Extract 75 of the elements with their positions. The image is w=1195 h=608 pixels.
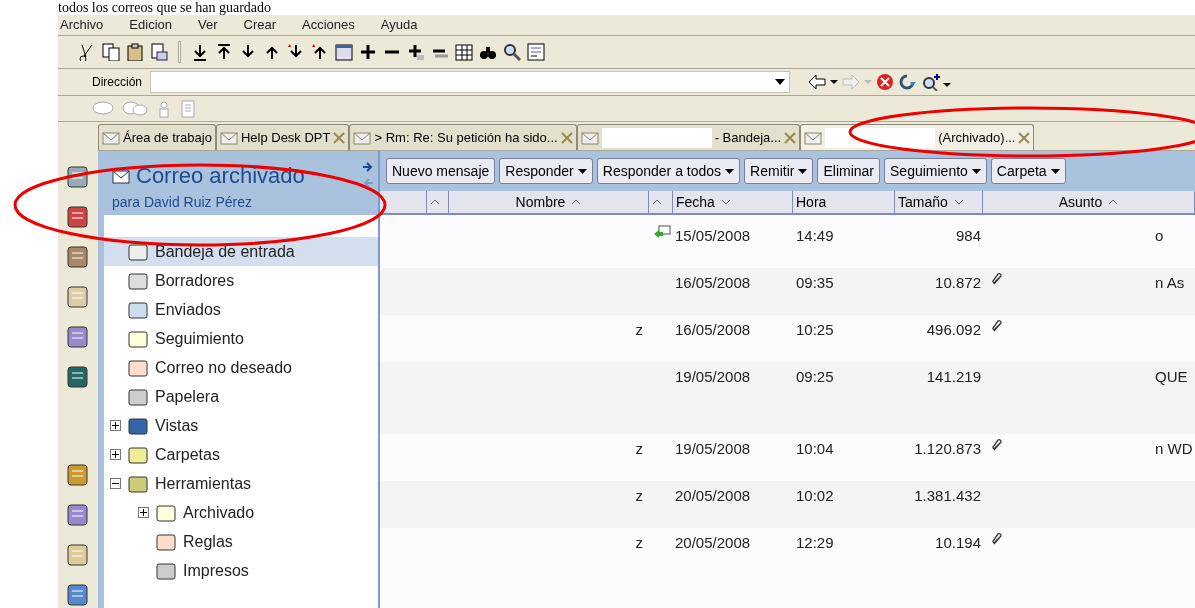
panel-subtitle: para David Ruiz Pérez — [112, 193, 254, 212]
folder-item[interactable]: Papelera — [104, 382, 378, 411]
folder-item[interactable]: Enviados — [104, 295, 378, 324]
toolbar-button[interactable]: Responder — [499, 158, 593, 184]
message-row[interactable]: z 20/05/2008 10:02 1.381.432 — [380, 481, 1195, 528]
subject-cell: QUE — [1155, 368, 1188, 385]
folder-item[interactable]: Reglas — [104, 527, 378, 556]
message-row[interactable]: z 19/05/2008 10:04 1.120.873 n WD — [380, 434, 1195, 481]
toolbar-button[interactable]: Seguimiento — [884, 158, 987, 184]
size-cell: 496.092 — [926, 321, 981, 338]
name-cell: z — [635, 534, 643, 551]
subject-cell: n As — [1155, 274, 1185, 291]
size-cell: 1.120.873 — [914, 440, 981, 457]
menu-item[interactable]: Ver — [198, 15, 218, 35]
message-row[interactable]: 15/05/2008 14:49 984 o — [380, 221, 1195, 268]
folder-item[interactable]: Impresos — [104, 556, 378, 585]
menu-item[interactable]: Ayuda — [380, 15, 418, 35]
date-cell: 20/05/2008 — [675, 534, 751, 551]
name-cell: z — [635, 487, 643, 504]
tab[interactable]: (Archivado)... — [800, 124, 1035, 150]
column-header[interactable]: Nombre — [449, 191, 649, 213]
size-cell: 10.872 — [935, 274, 981, 291]
column-header[interactable]: Tamaño — [895, 191, 983, 213]
date-cell: 19/05/2008 — [675, 368, 751, 385]
size-cell: 10.194 — [935, 534, 981, 551]
panel-title: Correo archivado — [136, 162, 305, 190]
toolbar-button[interactable]: Responder a todos — [596, 158, 741, 184]
date-cell: 15/05/2008 — [675, 227, 751, 244]
document-caption: todos los correos que se han guardado — [58, 0, 272, 15]
tab[interactable]: - Bandeja... — [576, 124, 801, 150]
time-cell: 10:04 — [796, 440, 834, 457]
menu-item[interactable]: Archivo — [60, 15, 104, 35]
date-cell: 20/05/2008 — [675, 487, 751, 504]
message-row[interactable]: z 16/05/2008 10:25 496.092 — [380, 315, 1195, 362]
message-row[interactable]: z 20/05/2008 12:29 10.194 — [380, 528, 1195, 575]
date-cell: 16/05/2008 — [675, 321, 751, 338]
tab[interactable]: Área de trabajo — [98, 124, 216, 150]
name-cell: z — [635, 321, 643, 338]
time-cell: 09:35 — [796, 274, 834, 291]
date-cell: 16/05/2008 — [675, 274, 751, 291]
time-cell: 10:25 — [796, 321, 834, 338]
column-header[interactable]: Hora — [793, 191, 895, 213]
menu-item[interactable]: Acciones — [302, 15, 355, 35]
toolbar-button[interactable]: Carpeta — [990, 158, 1066, 184]
subject-cell: n WD — [1155, 440, 1193, 457]
toolbar-button[interactable]: Remitir — [744, 158, 814, 184]
date-cell: 19/05/2008 — [675, 440, 751, 457]
address-label: Dirección — [91, 74, 143, 92]
tab[interactable]: > Rm: Re: Su petición ha sido... — [349, 124, 577, 150]
folder-item[interactable]: Carpetas — [104, 440, 378, 469]
size-cell: 1.381.432 — [914, 487, 981, 504]
folder-item[interactable]: Correo no deseado — [104, 353, 378, 382]
column-header[interactable]: Fecha — [673, 191, 793, 213]
folder-item[interactable]: Archivado — [104, 498, 378, 527]
menu-item[interactable]: Crear — [243, 15, 277, 35]
time-cell: 14:49 — [796, 227, 834, 244]
size-cell: 984 — [955, 227, 981, 244]
tab[interactable]: Help Desk DPT — [215, 124, 350, 150]
time-cell: 10:02 — [796, 487, 834, 504]
folder-item[interactable]: Vistas — [104, 411, 378, 440]
folder-item[interactable]: Seguimiento — [104, 324, 378, 353]
menu-item[interactable]: Edicion — [129, 15, 172, 35]
size-cell: 141.219 — [926, 368, 981, 385]
toolbar-button[interactable]: Eliminar — [817, 158, 880, 184]
column-header[interactable]: Asunto — [983, 191, 1195, 213]
folder-item[interactable]: Herramientas — [104, 469, 378, 498]
time-cell: 09:25 — [796, 368, 834, 385]
toolbar-button[interactable]: Nuevo mensaje — [386, 158, 496, 184]
subject-cell: o — [1155, 227, 1164, 244]
name-cell: z — [635, 440, 643, 457]
time-cell: 12:29 — [796, 534, 834, 551]
folder-item[interactable]: Bandeja de entrada — [104, 237, 378, 266]
folder-item[interactable]: Borradores — [104, 266, 378, 295]
message-row[interactable]: 19/05/2008 09:25 141.219 QUE — [380, 362, 1195, 434]
message-row[interactable]: 16/05/2008 09:35 10.872 n As — [380, 268, 1195, 315]
